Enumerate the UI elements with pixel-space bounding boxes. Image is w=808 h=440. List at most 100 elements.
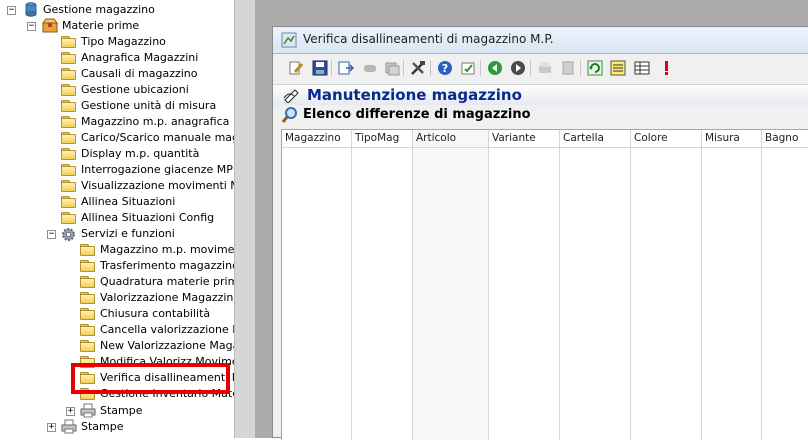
window-app-icon [281,32,297,48]
column-header[interactable]: Cartella [563,132,604,144]
grid-column [762,130,808,440]
tree-item[interactable]: Quadratura materie prime [100,274,234,290]
tree-stampe[interactable]: Stampe [81,419,124,435]
section-header: Elenco differenze di magazzino [273,105,808,125]
column-header[interactable]: Magazzino [285,132,341,144]
folder-icon [61,180,77,192]
window-title: Verifica disallineamenti di magazzino M.… [303,32,554,46]
disabled-doc-icon[interactable] [559,59,577,77]
column-header[interactable]: Bagno [765,132,798,144]
window-titlebar[interactable]: Verifica disallineamenti di magazzino M.… [273,27,808,54]
grid-column [560,130,631,440]
highlight-box [71,363,230,394]
differences-grid[interactable]: Magazzino TipoMag Articolo Variante Cartella… [281,129,808,440]
grid-column [489,130,560,440]
folder-icon [61,116,77,128]
toolbar: ? [273,54,808,84]
servizi-collapse-toggle[interactable]: − [47,230,56,239]
tree-item[interactable]: Trasferimento magazzino m [100,258,234,274]
edit-icon[interactable] [287,59,305,77]
tools-icon[interactable] [409,59,427,77]
tree-materie-prime[interactable]: Materie prime [62,18,139,34]
folder-icon [61,164,77,176]
folder-icon [80,340,96,352]
tree-item[interactable]: Allinea Situazioni [81,194,175,210]
grid-header: Magazzino TipoMag Articolo Variante Cartella… [282,130,808,148]
tree-item[interactable]: New Valorizzazione Magazzi [100,338,234,354]
grid-column [413,130,489,440]
export-icon[interactable] [337,59,355,77]
tree-item[interactable]: Interrogazione giacenze MP [81,162,233,178]
folder-icon [61,196,77,208]
prev-icon[interactable] [486,59,504,77]
tree-item[interactable]: Anagrafica Magazzini [81,50,198,66]
svg-text:?: ? [442,62,448,75]
tree-item[interactable]: Causali di magazzino [81,66,198,82]
next-icon[interactable] [509,59,527,77]
tree-item[interactable]: Chiusura contabilità [100,306,210,322]
tree-item[interactable]: Display m.p. quantità [81,146,199,162]
module-header: Manutenzione magazzino [273,84,808,106]
child-window: Verifica disallineamenti di magazzino M.… [272,26,808,440]
tree-root-label[interactable]: Gestione magazzino [43,2,155,18]
root-collapse-toggle[interactable]: − [7,6,16,15]
grid-column [282,130,352,440]
disabled-copy-icon[interactable] [383,59,401,77]
folder-icon [61,36,77,48]
gear-icon [61,227,76,242]
tree-item[interactable]: Gestione ubicazioni [81,82,189,98]
folder-icon [61,132,77,144]
column-header[interactable]: TipoMag [355,132,399,144]
column-header[interactable]: Articolo [416,132,456,144]
box-icon [42,18,58,33]
folder-icon [80,292,96,304]
grid-column [702,130,762,440]
tree-servizi-funzioni[interactable]: Servizi e funzioni [81,226,175,242]
disabled-icon[interactable] [361,59,379,77]
tree-item[interactable]: Magazzino m.p. movimenti [100,242,234,258]
grid-column [631,130,702,440]
tree-item[interactable]: Gestione unità di misura [81,98,216,114]
refresh-icon[interactable] [586,59,604,77]
folder-icon [80,260,96,272]
folder-icon [61,148,77,160]
printer-icon [61,419,77,434]
tree-item[interactable]: Visualizzazione movimenti M.P. [81,178,234,194]
help-icon[interactable]: ? [436,59,454,77]
alert-icon[interactable] [657,59,675,77]
database-icon [24,2,38,17]
folder-icon [61,68,77,80]
section-title: Elenco differenze di magazzino [303,107,531,122]
tree-stampe-servizi[interactable]: Stampe [100,403,143,419]
save-icon[interactable] [311,59,329,77]
list-icon[interactable] [609,59,627,77]
folder-icon [61,212,77,224]
magnifier-icon [281,106,299,124]
tree-item[interactable]: Cancella valorizzazione Mag [100,322,234,338]
column-header[interactable]: Variante [492,132,536,144]
folder-icon [80,244,96,256]
printer-icon [80,403,96,418]
table-icon[interactable] [633,59,651,77]
pane-splitter[interactable] [234,0,255,438]
tree-item[interactable]: Valorizzazione Magazzino m [100,290,234,306]
folder-icon [61,100,77,112]
materie-prime-collapse-toggle[interactable]: − [27,22,36,31]
tree-item[interactable]: Carico/Scarico manuale magazzi [81,130,234,146]
tree-item[interactable]: Allinea Situazioni Config [81,210,214,226]
tree-item[interactable]: Magazzino m.p. anagrafica [81,114,229,130]
column-header[interactable]: Misura [705,132,740,144]
grid-column [352,130,413,440]
folder-icon [80,276,96,288]
stampe-outer-expand-toggle[interactable]: + [47,423,56,432]
folder-icon [61,84,77,96]
module-title: Manutenzione magazzino [307,86,522,104]
refresh-check-icon[interactable] [459,59,477,77]
tree-item[interactable]: Tipo Magazzino [81,34,166,50]
pen-icon [283,87,301,104]
disabled-print-icon[interactable] [536,59,554,77]
stampe-inner-expand-toggle[interactable]: + [66,407,75,416]
folder-icon [80,308,96,320]
folder-icon [80,324,96,336]
column-header[interactable]: Colore [634,132,668,144]
